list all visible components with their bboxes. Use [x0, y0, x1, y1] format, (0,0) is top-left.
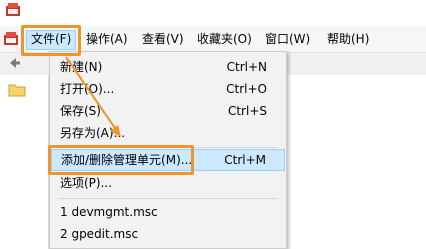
menu-item-new[interactable]: 新建(N) Ctrl+N	[51, 56, 285, 78]
console-tree-pane	[0, 75, 49, 249]
menu-item-label: 2 gpedit.msc	[60, 227, 139, 241]
menu-item-save-as[interactable]: 另存为(A)...	[51, 122, 285, 144]
mmc-app-icon[interactable]	[3, 32, 19, 46]
menu-view[interactable]: 查看(V)	[138, 30, 188, 48]
menu-item-label: 保存(S)	[60, 104, 101, 118]
menu-item-label: 打开(O)...	[60, 82, 115, 96]
menu-item-shortcut: Ctrl+S	[227, 104, 267, 118]
menu-separator	[58, 198, 278, 199]
menu-item-save[interactable]: 保存(S) Ctrl+S	[51, 100, 285, 122]
menu-favorites[interactable]: 收藏夹(O)	[193, 30, 256, 48]
menu-item-label: 1 devmgmt.msc	[60, 205, 158, 219]
menu-help[interactable]: 帮助(H)	[323, 30, 373, 48]
add-remove-callout	[48, 145, 194, 175]
menu-item-open[interactable]: 打开(O)... Ctrl+O	[51, 78, 285, 100]
menu-item-options[interactable]: 选项(P)...	[51, 172, 285, 194]
menu-action[interactable]: 操作(A)	[82, 30, 132, 48]
menu-item-label: 新建(N)	[60, 60, 103, 74]
title-bar	[0, 0, 426, 26]
menu-item-label: 另存为(A)...	[60, 126, 126, 140]
menu-item-shortcut: Ctrl+N	[226, 60, 267, 74]
mmc-app-icon	[6, 3, 20, 16]
back-arrow-icon[interactable]	[6, 55, 22, 71]
menu-item-recent-2[interactable]: 2 gpedit.msc	[51, 223, 285, 245]
result-pane	[288, 75, 426, 249]
menu-item-shortcut: Ctrl+M	[224, 153, 266, 167]
folder-icon[interactable]	[8, 83, 26, 97]
file-menu-callout	[21, 25, 81, 56]
menu-window[interactable]: 窗口(W)	[261, 30, 314, 48]
menu-item-label: 选项(P)...	[60, 176, 113, 190]
menu-item-shortcut: Ctrl+O	[226, 82, 267, 96]
menu-item-recent-1[interactable]: 1 devmgmt.msc	[51, 201, 285, 223]
